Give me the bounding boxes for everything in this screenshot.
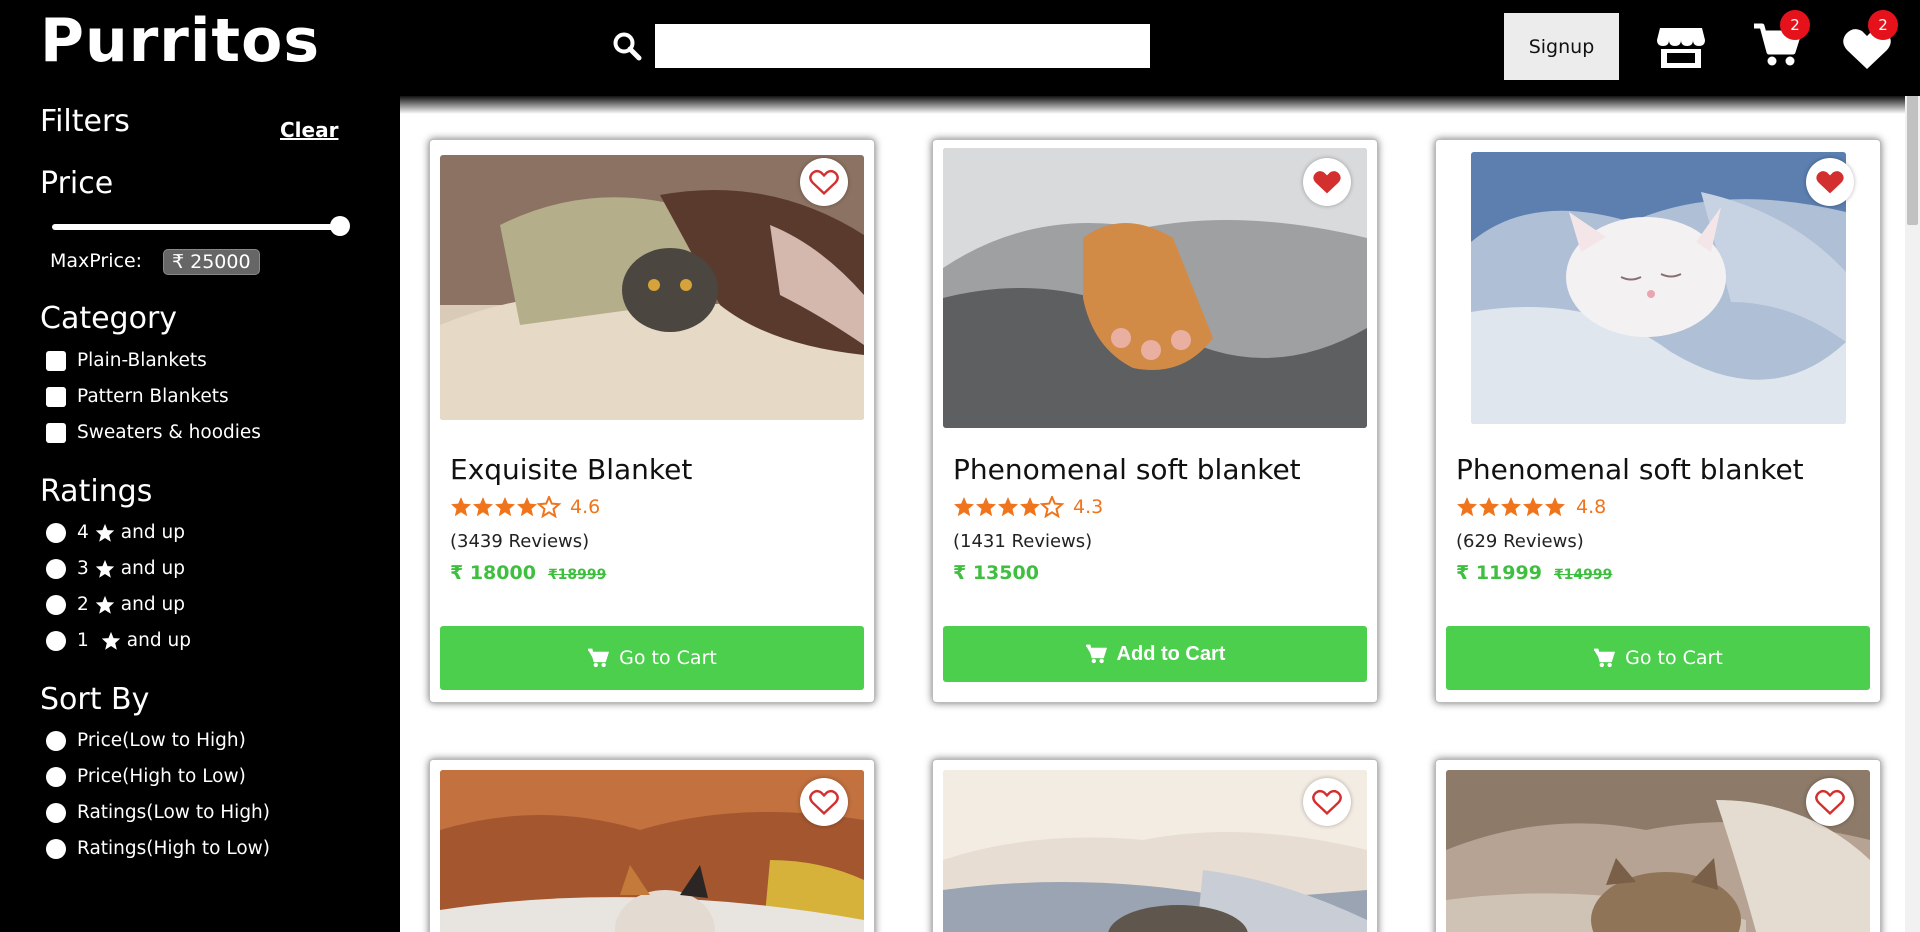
sort-radio[interactable]: [46, 838, 66, 859]
price-slider-thumb[interactable]: [330, 216, 350, 236]
product-image[interactable]: [440, 155, 864, 420]
sort-heading: Sort By: [40, 682, 150, 717]
product-card[interactable]: [932, 759, 1378, 932]
price-slider-track[interactable]: [52, 224, 342, 230]
product-image[interactable]: [1471, 152, 1846, 424]
rating-radio[interactable]: [46, 522, 66, 543]
product-card[interactable]: [1435, 759, 1881, 932]
heart-outline-icon: [1312, 789, 1342, 816]
rating-radio[interactable]: [46, 630, 66, 651]
go-to-cart-button[interactable]: Go to Cart: [440, 626, 864, 690]
star-icon: [95, 559, 114, 578]
sort-option[interactable]: Ratings(Low to High): [46, 802, 270, 823]
sort-radio[interactable]: [46, 802, 66, 823]
product-price: ₹ 11999 ₹14999: [1456, 562, 1612, 584]
favorite-button[interactable]: [800, 778, 848, 826]
category-option[interactable]: Plain-Blankets: [46, 350, 207, 371]
heart-filled-icon: [1816, 171, 1844, 194]
rating-value: 4.6: [570, 496, 601, 518]
heart-outline-icon: [809, 789, 839, 816]
maxprice-value: ₹ 25000: [163, 249, 260, 275]
star-icon: [95, 595, 114, 614]
sort-option[interactable]: Price(Low to High): [46, 730, 246, 751]
store-icon[interactable]: [1656, 24, 1706, 70]
rating-value: 4.3: [1073, 496, 1104, 518]
rating-radio[interactable]: [46, 558, 66, 579]
filters-sidebar: Filters Clear Price MaxPrice: ₹ 25000 Ca…: [0, 96, 400, 932]
product-card[interactable]: Phenomenal soft blanket 4.3 (1431 Review…: [932, 139, 1378, 703]
review-count: (3439 Reviews): [450, 531, 590, 552]
favorite-button[interactable]: [1303, 778, 1351, 826]
current-price: ₹ 11999: [1456, 562, 1542, 584]
current-price: ₹ 18000: [450, 562, 536, 584]
category-option[interactable]: Pattern Blankets: [46, 386, 229, 407]
current-price: ₹ 13500: [953, 562, 1039, 584]
rating-option[interactable]: 3 and up: [46, 558, 185, 579]
favorite-button[interactable]: [1303, 158, 1351, 206]
heart-outline-icon: [809, 169, 839, 196]
category-checkbox[interactable]: [46, 350, 66, 371]
product-card[interactable]: Exquisite Blanket 4.6 (3439 Reviews) ₹ 1…: [429, 139, 875, 703]
favorite-button[interactable]: [1806, 158, 1854, 206]
rating-option[interactable]: 4 and up: [46, 522, 185, 543]
product-grid: Exquisite Blanket 4.6 (3439 Reviews) ₹ 1…: [400, 96, 1905, 932]
favorite-button[interactable]: [1806, 778, 1854, 826]
product-title[interactable]: Exquisite Blanket: [450, 453, 692, 486]
clear-filters-link[interactable]: Clear: [280, 118, 338, 142]
rating-stars-icon: [451, 496, 560, 518]
product-price: ₹ 13500: [953, 562, 1039, 584]
product-rating: 4.8: [1456, 496, 1606, 518]
cart-icon: [1085, 644, 1107, 664]
rating-stars-icon: [954, 496, 1063, 518]
cart-count-badge: 2: [1780, 10, 1810, 40]
star-icon: [101, 631, 120, 650]
star-icon: [95, 523, 114, 542]
rating-value: 4.8: [1576, 496, 1607, 518]
category-heading: Category: [40, 301, 178, 336]
add-to-cart-button[interactable]: Add to Cart: [943, 626, 1367, 682]
brand-logo[interactable]: Purritos: [40, 6, 320, 76]
rating-stars-icon: [1457, 497, 1565, 517]
sort-option[interactable]: Ratings(High to Low): [46, 838, 270, 859]
header-shadow: [400, 96, 1905, 114]
sort-option[interactable]: Price(High to Low): [46, 766, 246, 787]
category-checkbox[interactable]: [46, 386, 66, 407]
product-title[interactable]: Phenomenal soft blanket: [953, 453, 1301, 486]
review-count: (1431 Reviews): [953, 531, 1093, 552]
product-rating: 4.3: [953, 496, 1103, 518]
product-card[interactable]: [429, 759, 875, 932]
sort-radio[interactable]: [46, 730, 66, 751]
review-count: (629 Reviews): [1456, 531, 1584, 552]
search-icon[interactable]: [612, 31, 642, 61]
heart-filled-icon: [1313, 171, 1341, 194]
heart-outline-icon: [1815, 789, 1845, 816]
cart-icon: [1594, 648, 1616, 668]
rating-radio[interactable]: [46, 594, 66, 615]
ratings-heading: Ratings: [40, 474, 153, 509]
cart-icon: [588, 648, 610, 668]
original-price: ₹18999: [547, 567, 607, 583]
sort-radio[interactable]: [46, 766, 66, 787]
category-option[interactable]: Sweaters & hoodies: [46, 422, 261, 443]
go-to-cart-button[interactable]: Go to Cart: [1446, 626, 1870, 690]
filters-title: Filters: [40, 104, 130, 139]
rating-option[interactable]: 1 and up: [46, 630, 191, 651]
original-price: ₹14999: [1553, 567, 1613, 583]
favorite-button[interactable]: [800, 158, 848, 206]
maxprice-label: MaxPrice:: [50, 250, 143, 272]
rating-option[interactable]: 2 and up: [46, 594, 185, 615]
product-card[interactable]: Phenomenal soft blanket 4.8 (629 Reviews…: [1435, 139, 1881, 703]
top-navbar: Purritos Signup 2 2: [0, 0, 1920, 96]
price-heading: Price: [40, 166, 114, 201]
search-input[interactable]: [655, 24, 1150, 68]
product-price: ₹ 18000 ₹18999: [450, 562, 606, 584]
wishlist-count-badge: 2: [1868, 10, 1898, 40]
product-rating: 4.6: [450, 496, 600, 518]
signup-button[interactable]: Signup: [1504, 13, 1619, 80]
category-checkbox[interactable]: [46, 422, 66, 443]
product-title[interactable]: Phenomenal soft blanket: [1456, 453, 1804, 486]
